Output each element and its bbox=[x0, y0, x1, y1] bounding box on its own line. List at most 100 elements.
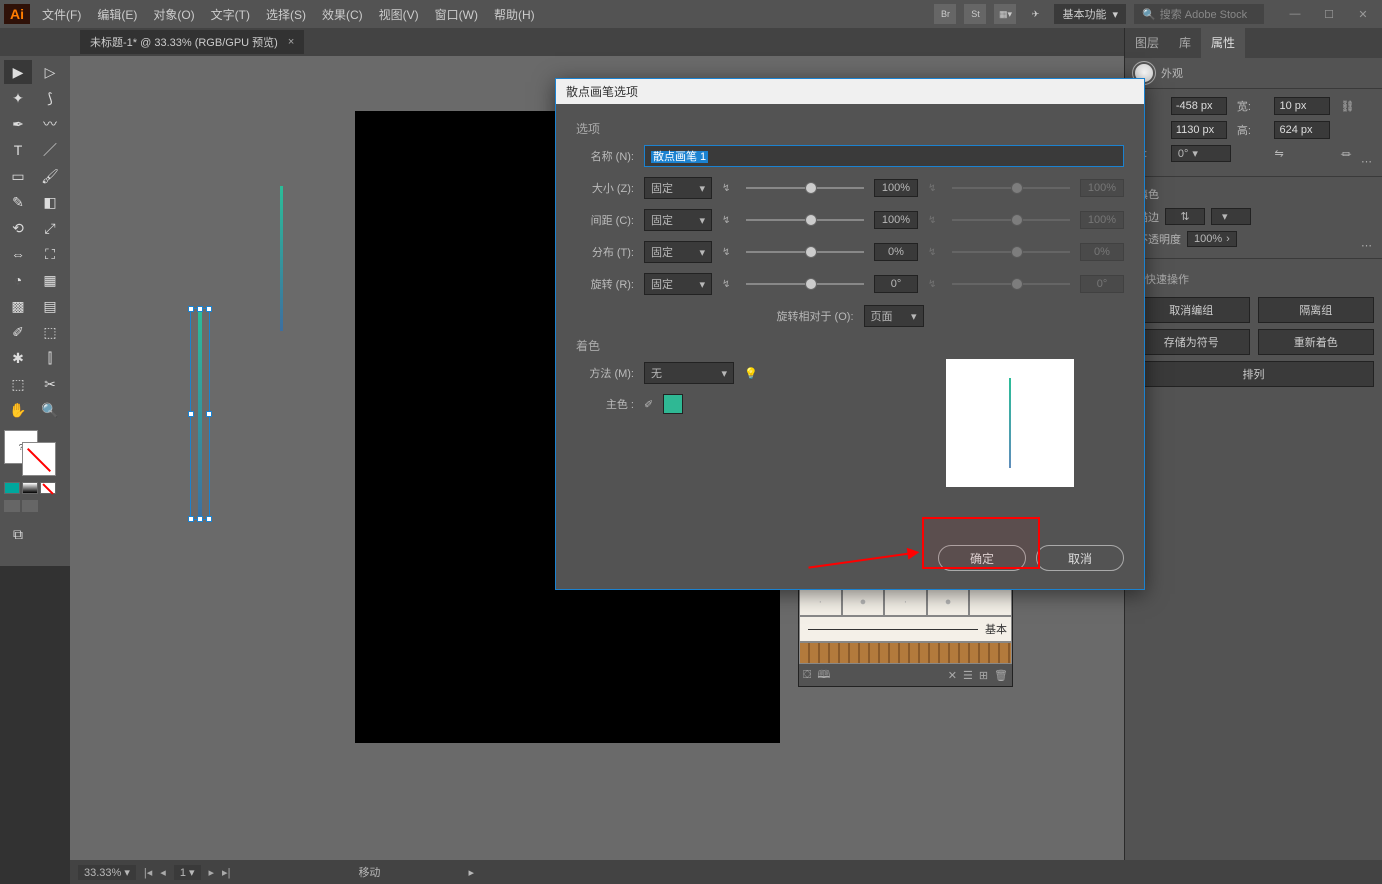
screen-mode-icon[interactable] bbox=[4, 500, 20, 512]
menu-select[interactable]: 选择(S) bbox=[258, 6, 314, 23]
menu-object[interactable]: 对象(O) bbox=[145, 6, 202, 23]
next-artboard-icon[interactable]: ▸ bbox=[209, 866, 215, 879]
color-mode-icon[interactable] bbox=[4, 482, 20, 494]
direct-selection-tool[interactable]: ▷ bbox=[36, 60, 64, 84]
stroke-weight-stepper[interactable]: ⇅ bbox=[1165, 208, 1205, 225]
link-wh-icon[interactable]: ⛓ bbox=[1340, 100, 1372, 113]
delete-brush-icon[interactable]: 🗑 bbox=[994, 669, 1008, 682]
isolate-button[interactable]: 隔离组 bbox=[1258, 297, 1375, 323]
width-tool[interactable]: ⇔ bbox=[4, 242, 32, 266]
zoom-tool[interactable]: 🔍 bbox=[36, 398, 64, 422]
document-tab[interactable]: 未标题-1* @ 33.33% (RGB/GPU 预览) × bbox=[80, 30, 304, 54]
brush-preset-1[interactable]: · bbox=[799, 588, 842, 616]
maximize-button[interactable]: ☐ bbox=[1314, 5, 1344, 23]
pen-tool[interactable]: ✒ bbox=[4, 112, 32, 136]
bridge-icon[interactable]: Br bbox=[934, 4, 956, 24]
gpu-icon[interactable]: ✈ bbox=[1024, 4, 1046, 24]
menu-effect[interactable]: 效果(C) bbox=[314, 6, 371, 23]
brush-preset-3[interactable]: · bbox=[884, 588, 927, 616]
scale-tool[interactable]: ⤢ bbox=[36, 216, 64, 240]
blend-tool[interactable]: ⬚ bbox=[36, 320, 64, 344]
appearance-more-icon[interactable]: ⋯ bbox=[1361, 239, 1374, 252]
remove-stroke-icon[interactable]: ✕ bbox=[948, 669, 957, 682]
perspective-tool[interactable]: ▦ bbox=[36, 268, 64, 292]
minimize-button[interactable]: — bbox=[1280, 5, 1310, 23]
paintbrush-tool[interactable]: 🖌 bbox=[36, 164, 64, 188]
cancel-button[interactable]: 取消 bbox=[1036, 545, 1124, 571]
shape-builder-tool[interactable]: ◔ bbox=[4, 268, 32, 292]
size-slider[interactable] bbox=[746, 181, 864, 195]
scatter-mode-dropdown[interactable]: 固定▾ bbox=[644, 241, 712, 263]
scatter-slider[interactable] bbox=[746, 245, 864, 259]
stroke-weight-dropdown[interactable]: ▾ bbox=[1211, 208, 1251, 225]
ok-button[interactable]: 确定 bbox=[938, 545, 1026, 571]
method-dropdown[interactable]: 无▾ bbox=[644, 362, 734, 384]
status-play-icon[interactable]: ▸ bbox=[468, 866, 474, 879]
size-value[interactable]: 100% bbox=[874, 179, 918, 197]
spacing-mode-dropdown[interactable]: 固定▾ bbox=[644, 209, 712, 231]
rotate-tool[interactable]: ⟲ bbox=[4, 216, 32, 240]
tab-libraries[interactable]: 库 bbox=[1169, 28, 1201, 58]
brush-libraries-icon[interactable]: 🕮 bbox=[817, 666, 830, 685]
lasso-tool[interactable]: ⟆ bbox=[36, 86, 64, 110]
workspace-dropdown[interactable]: 基本功能 ▾ bbox=[1054, 4, 1126, 24]
type-tool[interactable]: T bbox=[4, 138, 32, 162]
draw-mode-icon[interactable] bbox=[22, 500, 38, 512]
y-input[interactable] bbox=[1171, 121, 1227, 139]
line-tool[interactable]: ／ bbox=[36, 138, 64, 162]
curvature-tool[interactable]: 〰 bbox=[36, 112, 64, 136]
prev-artboard-icon[interactable]: ◂ bbox=[160, 866, 166, 879]
menu-view[interactable]: 视图(V) bbox=[371, 6, 427, 23]
search-stock-input[interactable]: 🔍 搜索 Adobe Stock bbox=[1134, 4, 1264, 24]
scatter-flip-icon[interactable]: ↯ bbox=[722, 247, 736, 258]
angle-input[interactable]: 0°▾ bbox=[1171, 145, 1231, 162]
menu-help[interactable]: 帮助(H) bbox=[486, 6, 543, 23]
width-input[interactable] bbox=[1274, 97, 1330, 115]
last-artboard-icon[interactable]: ▸| bbox=[222, 866, 230, 879]
menu-edit[interactable]: 编辑(E) bbox=[89, 6, 145, 23]
transform-more-icon[interactable]: ⋯ bbox=[1361, 155, 1374, 168]
spacing-flip-icon[interactable]: ↯ bbox=[722, 215, 736, 226]
opacity-input[interactable]: 100%› bbox=[1187, 231, 1237, 247]
x-input[interactable] bbox=[1171, 97, 1227, 115]
zoom-dropdown[interactable]: 33.33% ▾ bbox=[78, 865, 136, 880]
flip-h-icon[interactable]: ⇋ bbox=[1274, 147, 1334, 160]
brush-basic-row[interactable]: 基本 bbox=[799, 616, 1012, 642]
arrange-button[interactable]: 排列 bbox=[1133, 361, 1374, 387]
tab-properties[interactable]: 属性 bbox=[1201, 28, 1245, 58]
brush-art-row[interactable] bbox=[799, 642, 1012, 664]
rotation-value[interactable]: 0° bbox=[874, 275, 918, 293]
stock-icon[interactable]: St bbox=[964, 4, 986, 24]
main-color-swatch[interactable] bbox=[663, 394, 683, 414]
height-input[interactable] bbox=[1274, 121, 1330, 139]
rotation-relative-dropdown[interactable]: 页面▾ bbox=[864, 305, 924, 327]
selection-bounding-box[interactable] bbox=[190, 308, 210, 520]
gradient-mode-icon[interactable] bbox=[22, 482, 38, 494]
menu-type[interactable]: 文字(T) bbox=[203, 6, 258, 23]
size-flip-icon[interactable]: ↯ bbox=[722, 183, 736, 194]
ungroup-button[interactable]: 取消编组 bbox=[1133, 297, 1250, 323]
brush-library-icon[interactable]: ⛋ bbox=[803, 669, 811, 682]
brush-name-input[interactable]: 散点画笔 1 bbox=[644, 145, 1124, 167]
hand-tool[interactable]: ✋ bbox=[4, 398, 32, 422]
free-transform-tool[interactable]: ⛶ bbox=[36, 242, 64, 266]
brush-options-icon[interactable]: ☰ bbox=[963, 669, 973, 682]
eyedropper-icon[interactable]: ✐ bbox=[644, 398, 653, 411]
rotation-mode-dropdown[interactable]: 固定▾ bbox=[644, 273, 712, 295]
change-screen-mode[interactable]: ⧉ bbox=[4, 522, 32, 546]
brush-preset-5[interactable] bbox=[969, 588, 1012, 616]
eraser-tool[interactable]: ◧ bbox=[36, 190, 64, 214]
brush-preset-4[interactable]: ● bbox=[927, 588, 970, 616]
magic-wand-tool[interactable]: ✦ bbox=[4, 86, 32, 110]
tab-layers[interactable]: 图层 bbox=[1125, 28, 1169, 58]
recolor-button[interactable]: 重新着色 bbox=[1258, 329, 1375, 355]
slice-tool[interactable]: ✂ bbox=[36, 372, 64, 396]
mesh-tool[interactable]: ▩ bbox=[4, 294, 32, 318]
gradient-tool[interactable]: ▤ bbox=[36, 294, 64, 318]
menu-window[interactable]: 窗口(W) bbox=[427, 6, 486, 23]
stroke-swatch[interactable] bbox=[22, 442, 56, 476]
rotation-flip-icon[interactable]: ↯ bbox=[722, 279, 736, 290]
artboard-tool[interactable]: ⬚ bbox=[4, 372, 32, 396]
selection-tool[interactable]: ▶ bbox=[4, 60, 32, 84]
new-brush-icon[interactable]: ⊞ bbox=[979, 669, 988, 682]
